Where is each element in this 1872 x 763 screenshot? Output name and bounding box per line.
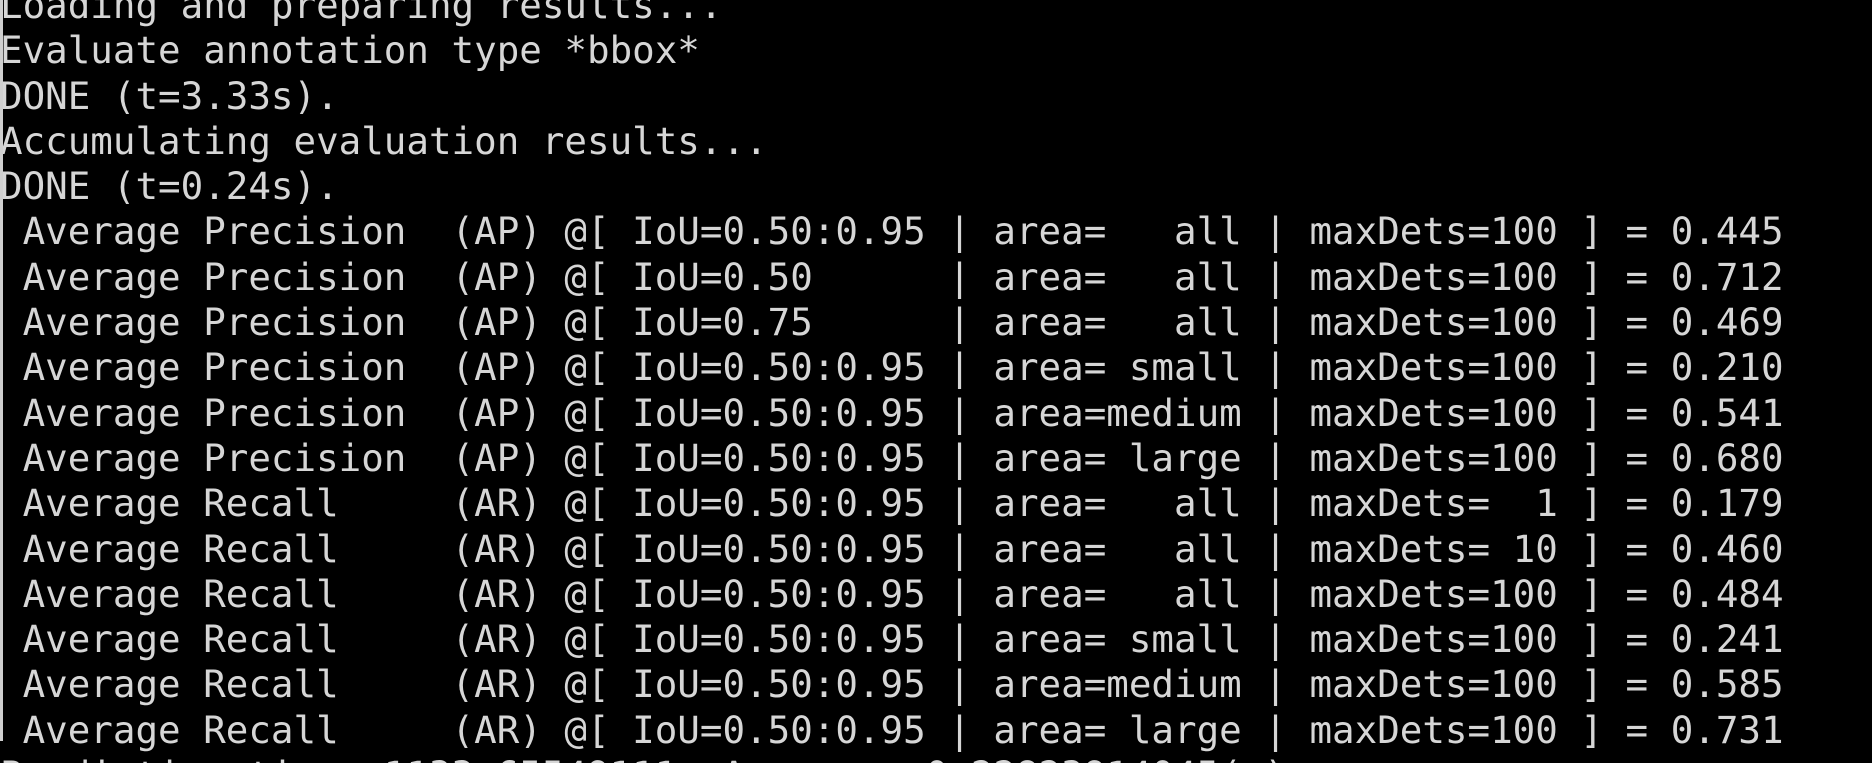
terminal-output[interactable]: Loading and preparing results... Evaluat… bbox=[0, 0, 1872, 763]
terminal-line: Average Recall (AR) @[ IoU=0.50:0.95 | a… bbox=[0, 526, 1784, 571]
terminal-line: Average Precision (AP) @[ IoU=0.50:0.95 … bbox=[0, 209, 1784, 254]
terminal-line: Average Recall (AR) @[ IoU=0.50:0.95 | a… bbox=[0, 571, 1784, 616]
terminal-line: Average Recall (AR) @[ IoU=0.50:0.95 | a… bbox=[0, 662, 1784, 707]
terminal-line: Average Recall (AR) @[ IoU=0.50:0.95 | a… bbox=[0, 617, 1784, 662]
terminal-line: Average Recall (AR) @[ IoU=0.50:0.95 | a… bbox=[0, 707, 1784, 752]
terminal-line: Average Precision (AP) @[ IoU=0.50 | are… bbox=[0, 254, 1784, 299]
terminal-line: Average Precision (AP) @[ IoU=0.50:0.95 … bbox=[0, 435, 1784, 480]
terminal-line: DONE (t=3.33s). bbox=[0, 73, 339, 118]
terminal-line: Average Precision (AP) @[ IoU=0.50:0.95 … bbox=[0, 390, 1784, 435]
terminal-line: Average Precision (AP) @[ IoU=0.50:0.95 … bbox=[0, 345, 1784, 390]
terminal-line: DONE (t=0.24s). bbox=[0, 164, 339, 209]
terminal-line: Loading and preparing results... bbox=[0, 0, 723, 27]
window-left-border bbox=[0, 0, 3, 741]
terminal-line: Accumulating evaluation results... bbox=[0, 118, 768, 163]
terminal-line: Average Recall (AR) @[ IoU=0.50:0.95 | a… bbox=[0, 481, 1784, 526]
terminal-line: Evaluate annotation type *bbox* bbox=[0, 28, 700, 73]
terminal-line: Prediction time: 1133.65549111, Average:… bbox=[0, 753, 1872, 763]
terminal-line: Average Precision (AP) @[ IoU=0.75 | are… bbox=[0, 300, 1784, 345]
